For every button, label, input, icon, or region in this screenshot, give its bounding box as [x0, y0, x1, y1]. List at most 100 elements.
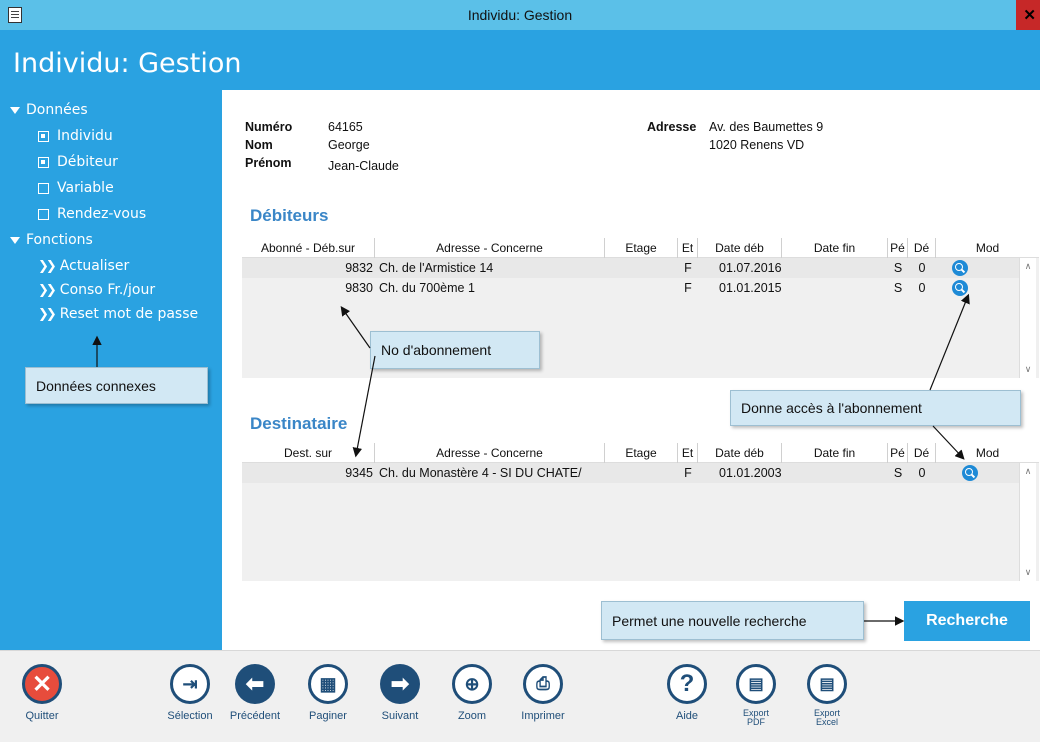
column-header[interactable]: Dé [908, 238, 936, 258]
et-cell: F [684, 261, 692, 275]
scroll-up-icon[interactable]: ∧ [1020, 463, 1036, 480]
table-row[interactable]: 9832 Ch. de l'Armistice 14 F 01.07.2016 … [242, 258, 1019, 278]
de-cell: 0 [918, 261, 926, 275]
de-cell: 0 [918, 466, 926, 480]
excel-file-icon: ▤ [807, 664, 847, 704]
table-header: Dest. sur Adresse - Concerne Etage Et Da… [242, 443, 1039, 463]
column-header[interactable]: Mod [936, 238, 1039, 258]
numero-value: 64165 [328, 120, 363, 134]
callout-text: Donne accès à l'abonnement [741, 400, 922, 416]
et-cell: F [684, 466, 692, 480]
adresse-line1: Av. des Baumettes 9 [709, 120, 824, 134]
next-button[interactable]: ➡ Suivant [370, 664, 430, 722]
callout-text: Permet une nouvelle recherche [612, 612, 807, 629]
scroll-down-icon[interactable]: ∨ [1020, 564, 1036, 581]
adresse-cell: Ch. du Monastère 4 - SI DU CHATE/ [379, 466, 582, 480]
pe-cell: S [893, 281, 903, 295]
previous-label: Précédent [229, 710, 281, 722]
triangle-down-icon [10, 236, 20, 244]
column-header[interactable]: Pé [888, 238, 908, 258]
table-header: Abonné - Déb.sur Adresse - Concerne Etag… [242, 238, 1039, 258]
sidebar-item-rendez-vous[interactable]: Rendez-vous [38, 203, 146, 225]
sidebar-item-label: Débiteur [57, 154, 118, 170]
print-label: Imprimer [521, 710, 565, 722]
date-deb-cell: 01.07.2016 [719, 261, 782, 275]
column-header[interactable]: Date déb [698, 238, 782, 258]
zoom-label: Zoom [457, 710, 487, 722]
column-header[interactable]: Adresse - Concerne [375, 443, 605, 463]
column-header[interactable]: Mod [936, 443, 1039, 463]
selection-button[interactable]: ⇥ Sélection [160, 664, 220, 722]
sidebar-group-donnees[interactable]: Données [10, 99, 88, 121]
next-label: Suivant [381, 710, 419, 722]
vertical-scrollbar[interactable]: ∧ ∨ [1019, 258, 1036, 378]
date-deb-cell: 01.01.2003 [719, 466, 782, 480]
sidebar-item-variable[interactable]: Variable [38, 177, 114, 199]
prenom-label: Prénom [245, 156, 292, 170]
page-title: Individu: Gestion [13, 48, 242, 79]
vertical-scrollbar[interactable]: ∧ ∨ [1019, 463, 1036, 581]
search-icon[interactable] [952, 280, 968, 296]
sidebar-item-debiteur[interactable]: Débiteur [38, 151, 118, 173]
checkbox-empty-icon [38, 182, 49, 194]
pdf-file-icon: ▤ [736, 664, 776, 704]
help-button[interactable]: ? Aide [657, 664, 717, 722]
arrow-left-icon: ⬅ [235, 664, 275, 704]
sidebar-item-actualiser[interactable]: ❯❯ Actualiser [38, 255, 129, 277]
column-header[interactable]: Abonné - Déb.sur [242, 238, 375, 258]
callout-acces-abonnement: Donne accès à l'abonnement [730, 390, 1021, 426]
column-header[interactable]: Et [678, 443, 698, 463]
table-row[interactable]: 9345 Ch. du Monastère 4 - SI DU CHATE/ F… [242, 463, 1019, 483]
export-excel-button[interactable]: ▤ Export Excel [797, 664, 857, 727]
date-deb-cell: 01.01.2015 [719, 281, 782, 295]
sidebar-item-reset-password[interactable]: ❯❯ Reset mot de passe [38, 303, 198, 325]
column-header[interactable]: Date déb [698, 443, 782, 463]
search-icon[interactable] [952, 260, 968, 276]
page-header: Individu: Gestion [0, 30, 1040, 90]
column-header[interactable]: Et [678, 238, 698, 258]
quit-button[interactable]: ✕ Quitter [12, 664, 72, 722]
column-header[interactable]: Dé [908, 443, 936, 463]
export-pdf-button[interactable]: ▤ Export PDF [726, 664, 786, 727]
adresse-cell: Ch. de l'Armistice 14 [379, 261, 494, 275]
previous-button[interactable]: ⬅ Précédent [225, 664, 285, 722]
callout-donnees-connexes: Données connexes [25, 367, 208, 404]
debiteurs-title: Débiteurs [250, 206, 329, 225]
sidebar-group-fonctions[interactable]: Fonctions [10, 229, 93, 251]
column-header[interactable]: Etage [605, 238, 678, 258]
sidebar-item-label: Variable [57, 180, 114, 196]
double-chevron-icon: ❯❯ [38, 306, 57, 322]
sidebar-group-label: Données [26, 102, 88, 118]
triangle-down-icon [10, 106, 20, 114]
column-header[interactable]: Date fin [782, 238, 888, 258]
print-button[interactable]: ⎙ Imprimer [513, 664, 573, 722]
sidebar-item-individu[interactable]: Individu [38, 125, 113, 147]
table-row[interactable]: 9830 Ch. du 700ème 1 F 01.01.2015 S 0 [242, 278, 1019, 298]
table-icon: ▦ [308, 664, 348, 704]
adresse-label: Adresse [647, 120, 697, 134]
close-icon[interactable]: ✕ [1016, 0, 1040, 30]
zoom-in-icon: ⊕ [452, 664, 492, 704]
arrow-right-icon: ➡ [380, 664, 420, 704]
sidebar-item-conso[interactable]: ❯❯ Conso Fr./jour [38, 279, 155, 301]
column-header[interactable]: Adresse - Concerne [375, 238, 605, 258]
column-header[interactable]: Etage [605, 443, 678, 463]
zoom-button[interactable]: ⊕ Zoom [442, 664, 502, 722]
scroll-down-icon[interactable]: ∨ [1020, 361, 1036, 378]
dest-num: 9345 [345, 466, 373, 480]
pe-cell: S [893, 261, 903, 275]
search-button[interactable]: Recherche [904, 601, 1030, 641]
quit-label: Quitter [25, 710, 59, 722]
column-header[interactable]: Dest. sur [242, 443, 375, 463]
sidebar-group-label: Fonctions [26, 232, 93, 248]
destinataire-table: Dest. sur Adresse - Concerne Etage Et Da… [242, 443, 1039, 581]
sidebar-item-label: Rendez-vous [57, 206, 147, 222]
prenom-value: Jean-Claude [328, 159, 399, 173]
column-header[interactable]: Date fin [782, 443, 888, 463]
question-icon: ? [667, 664, 707, 704]
paginate-button[interactable]: ▦ Paginer [298, 664, 358, 722]
sidebar-item-label: Individu [57, 128, 113, 144]
scroll-up-icon[interactable]: ∧ [1020, 258, 1036, 275]
search-icon[interactable] [962, 465, 978, 481]
column-header[interactable]: Pé [888, 443, 908, 463]
